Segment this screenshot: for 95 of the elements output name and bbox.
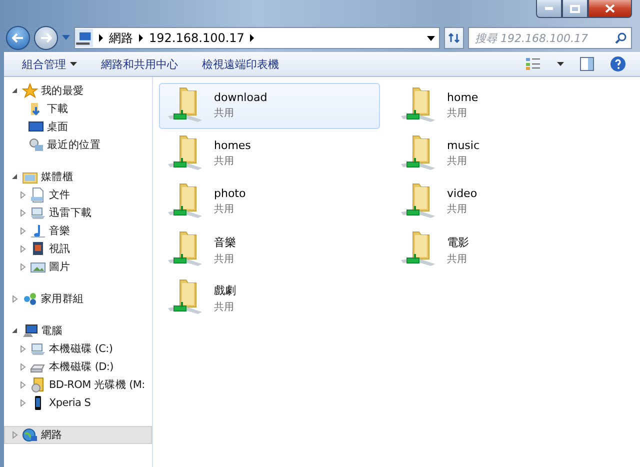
folder-name: 戲劇 (214, 283, 236, 298)
breadcrumb-arrow-icon[interactable] (249, 34, 256, 42)
back-button[interactable] (6, 26, 30, 50)
music-note-icon (30, 223, 46, 239)
shared-folder-item[interactable]: video 共用 (392, 179, 613, 225)
nav-tree-item[interactable]: 媒體櫃 (4, 168, 152, 186)
dropdown-arrow-icon[interactable] (427, 36, 435, 40)
minimize-icon (545, 7, 553, 10)
breadcrumb-arrow-icon[interactable] (138, 34, 144, 42)
folder-type: 共用 (214, 154, 235, 168)
minimize-button[interactable] (536, 0, 562, 18)
shared-folder-item[interactable]: photo 共用 (159, 179, 380, 225)
collapsed-arrow-icon[interactable] (19, 191, 27, 199)
film-icon (30, 241, 46, 257)
collapsed-arrow-icon[interactable] (19, 245, 27, 253)
drive-icon (30, 205, 46, 221)
collapsed-arrow-icon[interactable] (19, 399, 27, 407)
refresh-button[interactable] (444, 27, 464, 49)
nav-tree-item[interactable]: 我的最愛 (4, 82, 152, 100)
folder-type: 共用 (214, 300, 235, 314)
view-list-icon (525, 57, 541, 71)
shared-folder-item[interactable]: 戲劇 共用 (159, 275, 380, 321)
nav-tree-item[interactable]: 本機磁碟 (C:) (4, 340, 152, 358)
collapsed-arrow-icon[interactable] (19, 263, 27, 271)
toolbar-button[interactable]: 組合管理 (12, 54, 87, 74)
maximize-icon (570, 4, 580, 12)
preview-pane-icon (580, 57, 594, 71)
close-icon (605, 4, 615, 13)
folder-type: 共用 (447, 202, 468, 216)
folder-type: 共用 (214, 106, 235, 120)
nav-tree-item[interactable]: 迅雷下載 (4, 204, 152, 222)
nav-tree-item[interactable]: Xperia S (4, 394, 152, 412)
folder-type: 共用 (214, 202, 235, 216)
folder-name: download (214, 91, 268, 104)
drive-icon (30, 341, 46, 357)
folder-name: homes (214, 139, 251, 152)
collapsed-arrow-icon[interactable] (19, 227, 27, 235)
shared-folder-item[interactable]: 電影 共用 (392, 227, 613, 273)
nav-tree-item[interactable]: 視訊 (4, 240, 152, 258)
folder-type: 共用 (447, 106, 468, 120)
shared-folder-item[interactable]: download 共用 (159, 83, 380, 129)
help-icon (610, 56, 626, 72)
collapsed-arrow-icon[interactable] (19, 345, 27, 353)
nav-tree-item[interactable]: 最近的位置 (4, 136, 152, 154)
collapsed-arrow-icon[interactable] (19, 381, 27, 389)
breadcrumb-segment[interactable]: 192.168.100.17 (149, 31, 244, 45)
caret-icon (557, 62, 564, 66)
network-icon (75, 29, 93, 47)
search-icon[interactable] (615, 32, 627, 44)
collapsed-arrow-icon[interactable] (19, 363, 27, 371)
collapsed-arrow-icon[interactable] (19, 209, 27, 217)
nav-tree-item[interactable]: BD-ROM 光碟機 (M: (4, 376, 152, 394)
back-arrow-icon (12, 33, 24, 43)
homegroup-icon (22, 291, 38, 307)
folder-name: music (447, 139, 480, 152)
nav-tree-item[interactable]: 本機磁碟 (D:) (4, 358, 152, 376)
nav-tree-item[interactable]: 圖片 (4, 258, 152, 276)
breadcrumb-arrow-icon[interactable] (98, 34, 104, 42)
folder-type: 共用 (214, 252, 235, 266)
nav-tree-item[interactable]: 網路 (4, 426, 152, 444)
toolbar-button[interactable]: 檢視遠端印表機 (192, 54, 289, 74)
folder-name: 電影 (447, 235, 469, 250)
folder-name: video (447, 187, 478, 200)
folder-name: photo (214, 187, 246, 200)
expanded-arrow-icon[interactable] (11, 87, 19, 95)
nav-tree-item[interactable]: 文件 (4, 186, 152, 204)
expanded-arrow-icon[interactable] (11, 327, 19, 335)
toolbar-button[interactable]: 網路和共用中心 (91, 54, 188, 74)
shared-folder-item[interactable]: music 共用 (392, 131, 613, 177)
forward-button[interactable] (34, 26, 58, 50)
collapsed-arrow-icon[interactable] (11, 295, 19, 303)
forward-arrow-icon (40, 33, 52, 43)
address-bar[interactable]: 網路 192.168.100.17 (74, 27, 440, 49)
close-button[interactable] (588, 0, 632, 18)
breadcrumb-segment[interactable]: 網路 (109, 30, 133, 46)
expanded-arrow-icon[interactable] (11, 173, 19, 181)
nav-tree-item[interactable]: 電腦 (4, 322, 152, 340)
refresh-arrows-icon (448, 32, 460, 44)
document-icon (30, 187, 46, 203)
folder-name: home (447, 91, 478, 104)
nav-tree-item[interactable]: 桌面 (4, 118, 152, 136)
search-field[interactable]: 搜尋 192.168.100.17 (468, 27, 632, 49)
maximize-button[interactable] (562, 0, 588, 18)
folder-type: 共用 (447, 154, 468, 168)
computer-icon (22, 323, 38, 339)
folder-type: 共用 (447, 252, 468, 266)
shared-folder-item[interactable]: home 共用 (392, 83, 613, 129)
nav-tree-item[interactable]: 音樂 (4, 222, 152, 240)
nav-tree-item[interactable]: 家用群組 (4, 290, 152, 308)
folder-name: 音樂 (214, 235, 236, 250)
shared-folder-item[interactable]: 音樂 共用 (159, 227, 380, 273)
nav-tree-item[interactable]: 下載 (4, 100, 152, 118)
star-icon (22, 83, 38, 99)
shared-folder-item[interactable]: homes 共用 (159, 131, 380, 177)
optical-drive-icon (30, 377, 46, 393)
